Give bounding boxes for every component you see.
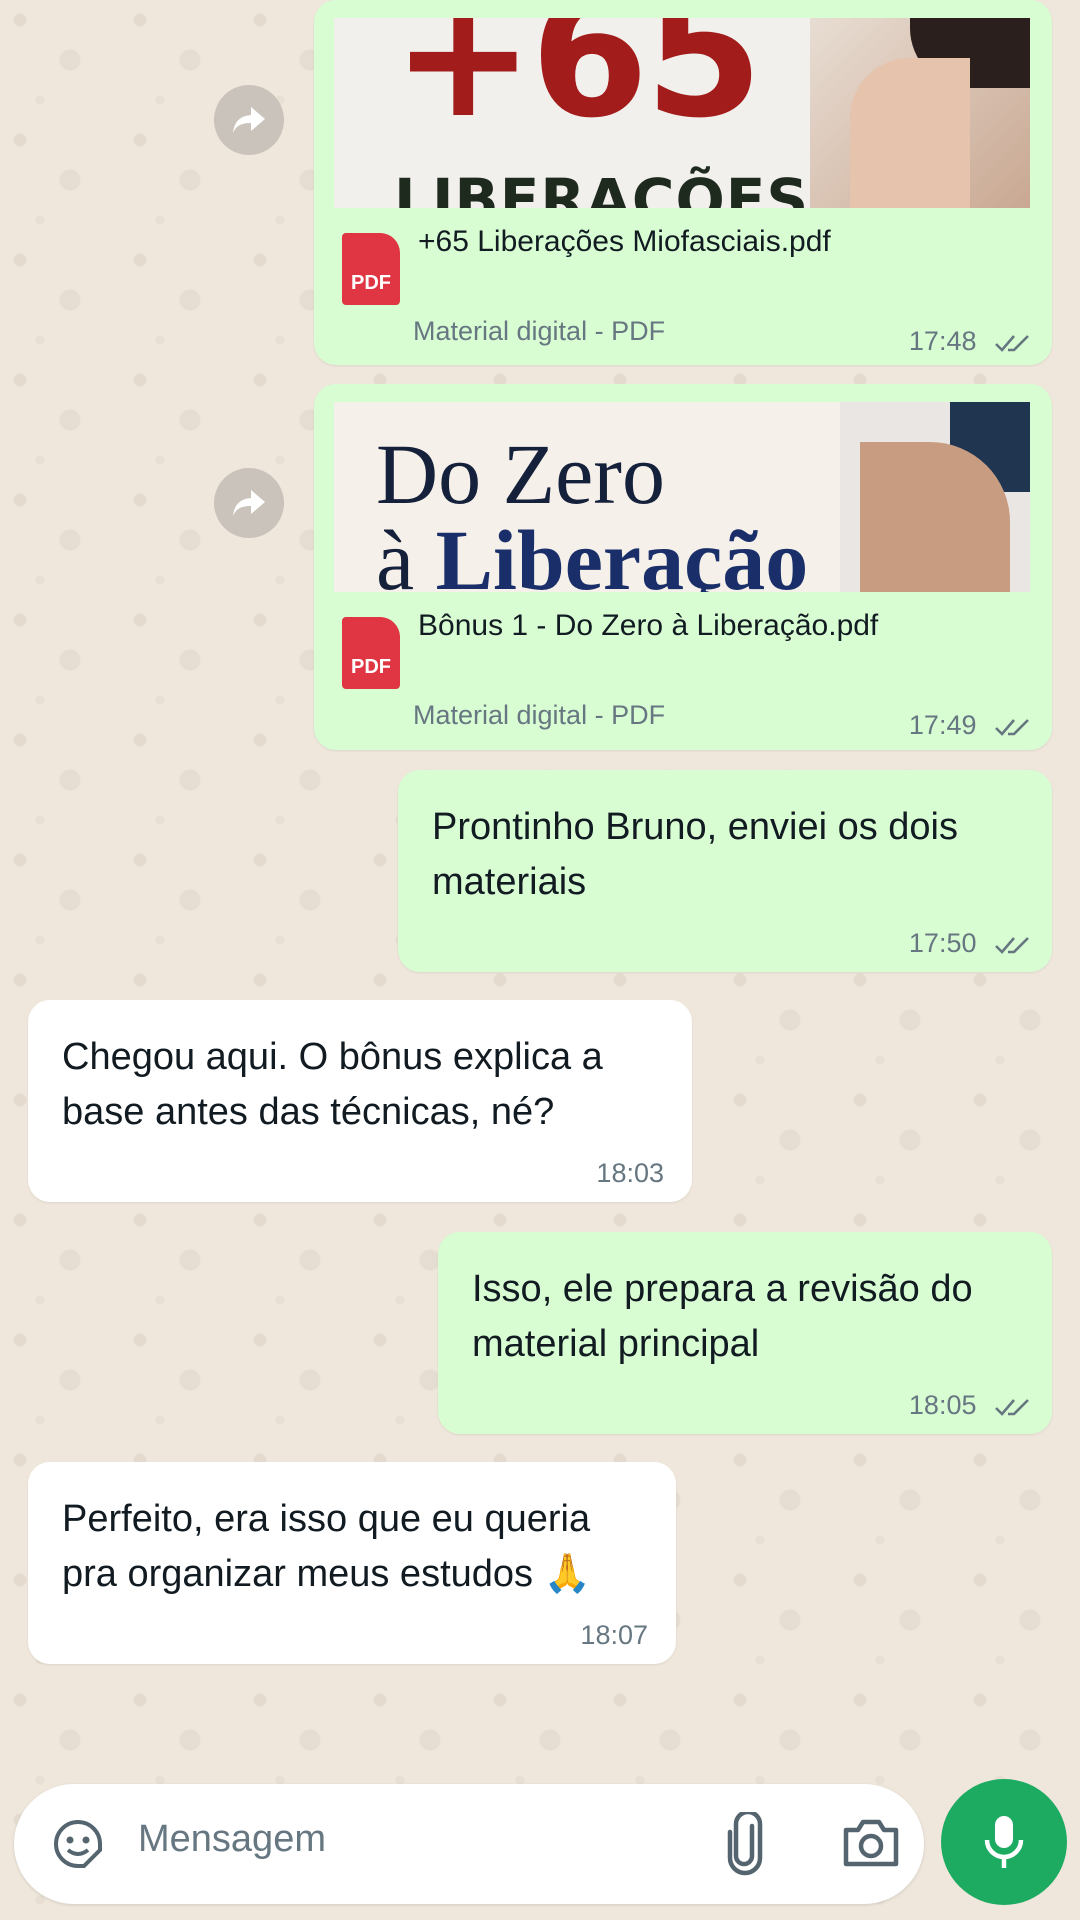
preview-subtitle: LIBERAÇÕES — [394, 166, 810, 208]
double-check-icon — [995, 1398, 1029, 1416]
preview-title: Do Zero — [376, 426, 665, 522]
pdf-icon: PDF — [342, 617, 400, 689]
document-preview[interactable]: Do Zero à Liberação — [334, 402, 1030, 592]
camera-button[interactable] — [840, 1814, 902, 1872]
double-check-icon — [995, 718, 1029, 736]
document-file-name: Bônus 1 - Do Zero à Liberação.pdf — [418, 609, 879, 642]
message-time: 17:48 — [908, 326, 977, 356]
attach-button[interactable] — [720, 1809, 770, 1876]
document-file-name: +65 Liberações Miofasciais.pdf — [418, 225, 831, 258]
preview-title: +65 — [392, 18, 763, 156]
message-meta: 17:48 — [909, 326, 1030, 357]
message-text-incoming[interactable]: Perfeito, era isso que eu queria pra org… — [28, 1462, 676, 1664]
camera-icon — [843, 1819, 899, 1867]
message-document-1[interactable]: +65 LIBERAÇÕES PDF +65 Liberações Miofas… — [314, 0, 1052, 365]
message-document-2[interactable]: Do Zero à Liberação PDF Bônus 1 - Do Zer… — [314, 384, 1052, 750]
preview-photo — [810, 18, 1030, 208]
forward-button[interactable] — [214, 85, 284, 155]
sticker-icon — [53, 1820, 102, 1868]
chat-area[interactable]: +65 LIBERAÇÕES PDF +65 Liberações Miofas… — [0, 0, 1080, 1920]
message-text: Chegou aqui. O bônus explica a base ante… — [62, 1036, 603, 1133]
message-text: Perfeito, era isso que eu queria pra org… — [62, 1498, 591, 1595]
forward-icon — [233, 107, 265, 133]
voice-message-button[interactable] — [941, 1779, 1067, 1905]
message-meta: 18:05 — [909, 1390, 1030, 1421]
message-time: 17:50 — [908, 928, 977, 958]
message-text-outgoing[interactable]: Prontinho Bruno, enviei os dois materiai… — [398, 770, 1052, 972]
message-time: 18:07 — [580, 1620, 648, 1650]
forward-icon — [233, 490, 265, 516]
document-subtitle: Material digital - PDF — [413, 316, 666, 346]
message-text: Prontinho Bruno, enviei os dois materiai… — [432, 806, 958, 903]
message-text-incoming[interactable]: Chegou aqui. O bônus explica a base ante… — [28, 1000, 692, 1202]
message-time: 18:05 — [908, 1390, 977, 1420]
sticker-button[interactable] — [48, 1814, 108, 1874]
pdf-icon: PDF — [342, 233, 400, 305]
message-text: Isso, ele prepara a revisão do material … — [472, 1268, 973, 1365]
document-preview[interactable]: +65 LIBERAÇÕES — [334, 18, 1030, 208]
forward-button[interactable] — [214, 468, 284, 538]
double-check-icon — [995, 334, 1029, 352]
double-check-icon — [995, 936, 1029, 954]
message-time: 18:03 — [596, 1158, 664, 1188]
message-composer[interactable]: Mensagem — [14, 1784, 924, 1904]
preview-photo — [840, 402, 1030, 592]
message-meta: 17:49 — [909, 710, 1030, 741]
mic-icon — [984, 1816, 1024, 1868]
preview-subtitle: à Liberação — [376, 512, 809, 592]
message-meta: 17:50 — [909, 928, 1030, 959]
message-time: 17:49 — [908, 710, 977, 740]
attach-icon — [727, 1809, 763, 1876]
document-subtitle: Material digital - PDF — [413, 700, 666, 730]
message-text-outgoing[interactable]: Isso, ele prepara a revisão do material … — [438, 1232, 1052, 1434]
message-input[interactable]: Mensagem — [138, 1818, 326, 1861]
